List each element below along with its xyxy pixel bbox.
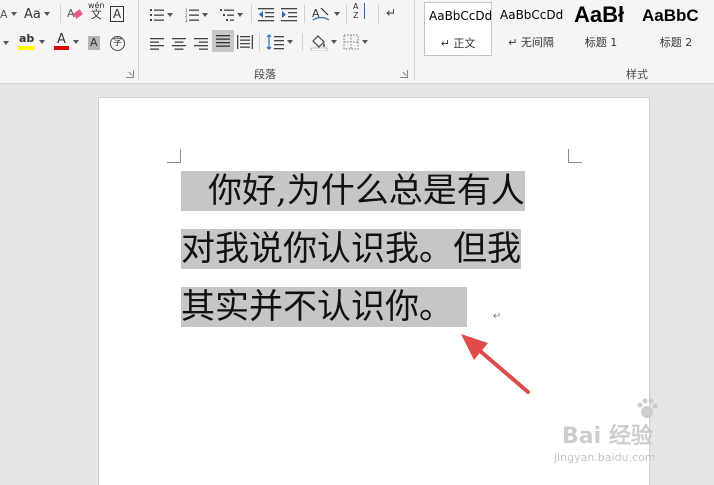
font-color-bar	[54, 46, 69, 50]
font-name-dropdown[interactable]: A	[0, 4, 17, 24]
distributed-icon	[237, 35, 253, 49]
phonetic-bottom: 文	[90, 8, 102, 21]
character-shading-icon: A	[88, 36, 100, 50]
style-no-spacing-name: ↵ 无间隔	[508, 36, 554, 49]
style-no-spacing-sample: AaBbCcDd	[500, 8, 564, 22]
numbered-list-icon: 1 2 3	[185, 8, 199, 22]
decrease-indent-icon	[258, 8, 274, 22]
increase-indent-icon	[281, 8, 297, 22]
enclose-characters-icon: 字	[110, 35, 125, 51]
style-heading-2-sample: AaBbC	[642, 6, 699, 25]
distributed-button[interactable]	[237, 32, 253, 52]
multilevel-list-button[interactable]	[220, 5, 243, 25]
eraser-icon: A	[67, 7, 83, 20]
watermark-main: Bai 经验	[562, 424, 653, 449]
document-body[interactable]: 你好,为什么总是有人 对我说你认识我。但我 其实并不认识你。	[181, 162, 569, 336]
separator	[259, 33, 260, 51]
style-normal-name: ↵ 正文	[440, 37, 476, 50]
text-line: 其实并不认识你。	[181, 278, 569, 336]
change-case-label: Aa	[24, 6, 41, 22]
clear-formatting-button[interactable]: A	[66, 4, 84, 24]
borders-button[interactable]	[343, 32, 368, 52]
margin-mark-top-left	[167, 149, 181, 163]
styles-group-label: 样式	[626, 68, 648, 81]
separator	[302, 33, 303, 51]
shading-button[interactable]	[310, 32, 337, 52]
paw-logo-icon	[637, 398, 658, 418]
style-heading-2-name: 标题 2	[659, 36, 693, 49]
sort-icon: A Z	[353, 2, 359, 20]
font-dialog-launcher[interactable]	[126, 70, 134, 78]
enclose-characters-button[interactable]: 字	[110, 33, 125, 53]
font-more-dropdown[interactable]	[0, 33, 9, 53]
borders-icon	[343, 34, 359, 50]
paragraph-dialog-launcher[interactable]	[400, 70, 408, 78]
watermark-url: jingyan.baidu.com	[554, 451, 656, 464]
style-heading-1[interactable]: AaBł 标题 1	[570, 2, 632, 56]
margin-mark-top-right	[568, 149, 582, 163]
text-line-2: 对我说你认识我。但我	[181, 229, 521, 269]
align-right-icon	[194, 38, 208, 50]
decrease-indent-button[interactable]	[258, 5, 274, 25]
text-line: 对我说你认识我。但我	[181, 220, 569, 278]
align-center-button[interactable]	[172, 34, 186, 54]
separator	[251, 5, 252, 23]
text-line: 你好,为什么总是有人	[181, 162, 569, 220]
paragraph-group-label: 段落	[254, 68, 276, 81]
watermark: Bai 经验 jingyan.baidu.com	[548, 398, 708, 468]
line-spacing-icon	[266, 34, 284, 50]
align-left-icon	[150, 38, 164, 50]
separator	[60, 5, 61, 23]
style-heading-1-name: 标题 1	[584, 36, 618, 49]
justify-button[interactable]	[212, 30, 234, 52]
justify-icon	[216, 35, 230, 47]
character-border-icon: A	[110, 6, 125, 22]
style-normal[interactable]: AaBbCcDd ↵ 正文	[424, 2, 492, 56]
highlighter-icon: ab	[19, 32, 35, 45]
increase-indent-button[interactable]	[281, 5, 297, 25]
chinese-layout-button[interactable]: A	[311, 4, 340, 24]
phonetic-guide-button[interactable]: wén 文	[88, 1, 105, 21]
character-border-button[interactable]: A	[110, 4, 125, 24]
character-shading-button[interactable]: A	[88, 33, 100, 53]
styles-gallery: AaBbCcDd ↵ 正文 AaBbCcDd ↵ 无间隔 AaBł 标题 1 A…	[424, 2, 714, 60]
sort-button[interactable]: A Z	[353, 2, 371, 22]
align-center-icon	[172, 38, 186, 50]
style-no-spacing[interactable]: AaBbCcDd ↵ 无间隔	[496, 2, 566, 56]
highlight-color-bar	[18, 46, 35, 50]
separator	[346, 5, 347, 23]
text-highlight-button[interactable]: ab	[18, 32, 45, 52]
font-color-button[interactable]: A	[54, 32, 79, 52]
align-left-button[interactable]	[150, 34, 164, 54]
text-line-3: 其实并不认识你。	[181, 287, 453, 327]
svg-text:3: 3	[185, 18, 188, 22]
sort-arrow-icon	[364, 3, 366, 19]
ribbon: A Aa A wén 文 A ab A A 字 1 2 3 A A Z ↵ 段落…	[0, 0, 714, 84]
paint-bucket-icon	[310, 35, 328, 51]
text-line-1: 你好,为什么总是有人	[208, 171, 525, 211]
paragraph-mark: ↵	[493, 311, 502, 322]
style-heading-1-sample: AaBł	[574, 2, 625, 27]
font-color-icon: A	[57, 32, 66, 47]
bullet-list-icon	[150, 9, 164, 21]
group-separator	[138, 0, 139, 80]
separator	[304, 5, 305, 23]
show-hide-marks-button[interactable]: ↵	[386, 3, 396, 23]
chinese-layout-icon: A	[312, 7, 330, 21]
align-right-button[interactable]	[194, 34, 208, 54]
group-separator	[414, 0, 415, 80]
change-case-button[interactable]: Aa	[24, 4, 50, 24]
separator	[378, 5, 379, 23]
bullets-button[interactable]	[150, 5, 173, 25]
style-normal-sample: AaBbCcDd	[429, 9, 492, 23]
style-heading-2[interactable]: AaBbC 标题 2	[638, 2, 714, 56]
multilevel-list-icon	[220, 9, 234, 21]
numbering-button[interactable]: 1 2 3	[185, 5, 208, 25]
line-spacing-button[interactable]	[266, 32, 293, 52]
paragraph-mark-icon: ↵	[386, 6, 397, 20]
